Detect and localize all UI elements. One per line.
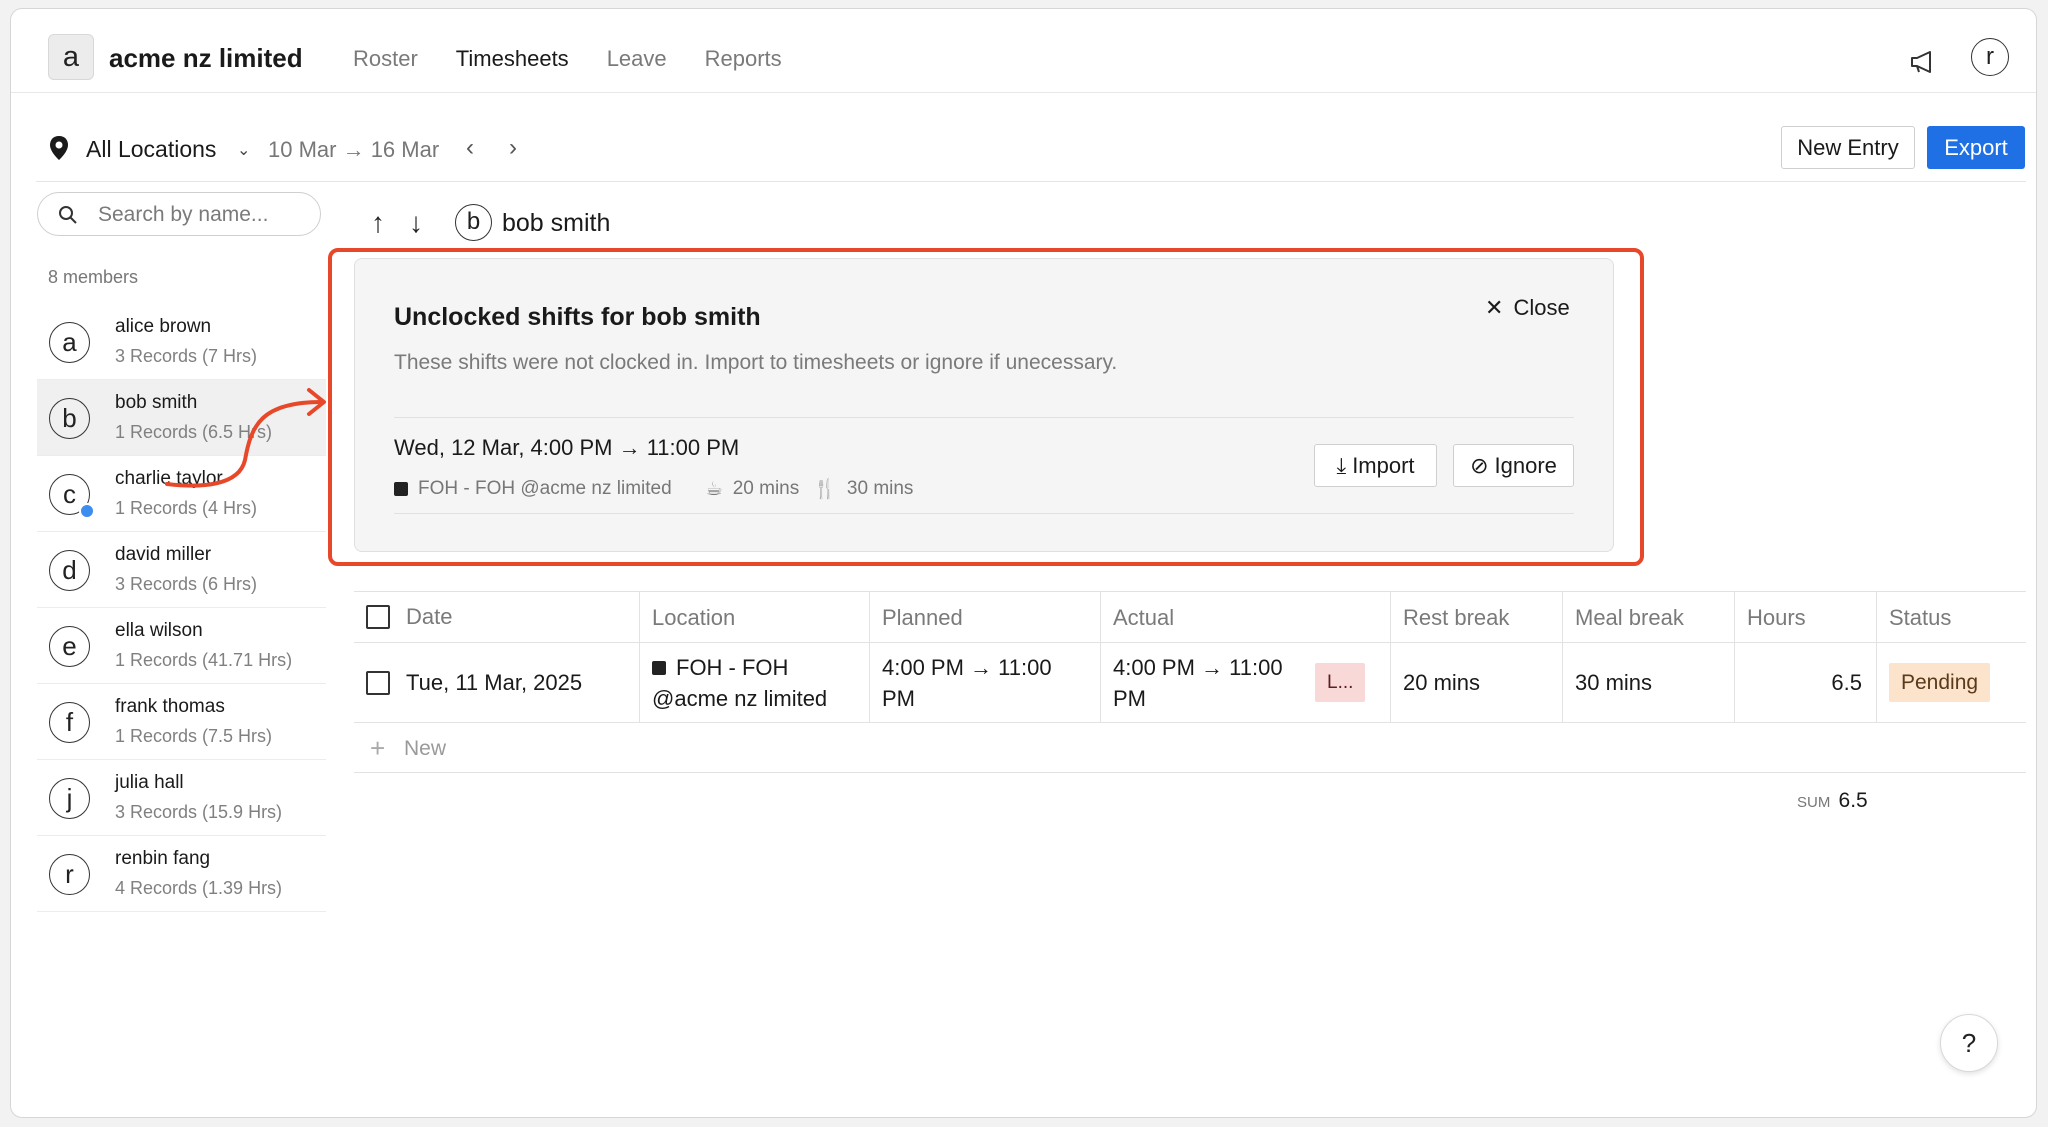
- toolbar: All Locations ⌄ 10 Mar → 16 Mar ‹ › New …: [36, 114, 2026, 182]
- member-item[interactable]: j julia hall 3 Records (15.9 Hrs): [37, 760, 326, 836]
- row-date: Tue, 11 Mar, 2025: [406, 670, 583, 695]
- main-nav: Roster Timesheets Leave Reports: [353, 46, 782, 72]
- member-name: alice brown: [115, 316, 212, 337]
- add-row-button[interactable]: + New: [354, 723, 2026, 773]
- avatar: f: [49, 702, 90, 743]
- search-box[interactable]: [37, 192, 321, 236]
- member-item[interactable]: e ella wilson 1 Records (41.71 Hrs): [37, 608, 326, 684]
- cell-meal-break: 30 mins: [1562, 643, 1734, 722]
- header-location[interactable]: Location: [639, 592, 869, 642]
- member-item[interactable]: a alice brown 3 Records (7 Hrs): [37, 304, 326, 380]
- search-input[interactable]: [98, 201, 308, 229]
- table-row[interactable]: Tue, 11 Mar, 2025 FOH - FOH @acme nz lim…: [354, 643, 2026, 723]
- member-records: 1 Records (41.71 Hrs): [115, 650, 293, 670]
- help-button[interactable]: ?: [1940, 1014, 1998, 1072]
- cell-hours: 6.5: [1734, 643, 1876, 722]
- header-actual[interactable]: Actual: [1100, 592, 1390, 642]
- cell-date: Tue, 11 Mar, 2025: [354, 643, 639, 722]
- avatar: j: [49, 778, 90, 819]
- avatar: a: [49, 322, 90, 363]
- row-actual: 4:00 PM → 11:00 PM: [1113, 654, 1283, 711]
- header-date: Date: [354, 592, 639, 642]
- app-window: a acme nz limited Roster Timesheets Leav…: [10, 8, 2037, 1118]
- highlight-annotation: [328, 248, 1644, 566]
- member-records: 3 Records (6 Hrs): [115, 574, 258, 594]
- row-checkbox[interactable]: [366, 670, 390, 695]
- add-row-label: New: [404, 737, 447, 760]
- select-all-checkbox[interactable]: [366, 605, 390, 629]
- member-name: david miller: [115, 544, 212, 565]
- header-meal-break[interactable]: Meal break: [1562, 592, 1734, 642]
- cell-rest-break: 20 mins: [1390, 643, 1562, 722]
- member-records: 3 Records (7 Hrs): [115, 346, 258, 366]
- verified-badge-icon: [79, 503, 95, 519]
- location-color-icon: [652, 660, 666, 675]
- user-avatar[interactable]: r: [1971, 38, 2009, 76]
- member-name: julia hall: [115, 772, 184, 793]
- header-planned[interactable]: Planned: [869, 592, 1100, 642]
- org-name[interactable]: acme nz limited: [109, 43, 303, 74]
- sum-total: SUM 6.5: [1797, 789, 1868, 813]
- avatar: b: [455, 204, 492, 241]
- arrow-down-icon[interactable]: ↓: [409, 207, 423, 239]
- header-hours[interactable]: Hours: [1734, 592, 1876, 642]
- nav-leave[interactable]: Leave: [607, 46, 667, 72]
- member-records: 3 Records (15.9 Hrs): [115, 802, 283, 822]
- member-name: ella wilson: [115, 620, 203, 641]
- member-item[interactable]: r renbin fang 4 Records (1.39 Hrs): [37, 836, 326, 912]
- cell-location: FOH - FOH @acme nz limited: [639, 643, 869, 722]
- header-rest-break[interactable]: Rest break: [1390, 592, 1562, 642]
- status-badge: Pending: [1889, 663, 1991, 702]
- row-location: FOH - FOH @acme nz limited: [652, 654, 828, 711]
- export-button[interactable]: Export: [1927, 126, 2025, 169]
- date-range[interactable]: 10 Mar → 16 Mar: [268, 137, 439, 163]
- location-pin-icon: [50, 136, 68, 160]
- avatar: b: [49, 398, 90, 439]
- cell-planned: 4:00 PM → 11:00 PM: [869, 643, 1100, 722]
- avatar: d: [49, 550, 90, 591]
- member-item[interactable]: f frank thomas 1 Records (7.5 Hrs): [37, 684, 326, 760]
- nav-roster[interactable]: Roster: [353, 46, 418, 72]
- late-badge: L...: [1315, 663, 1366, 702]
- sum-label: SUM: [1797, 794, 1831, 811]
- chevron-down-icon[interactable]: ⌄: [237, 140, 250, 160]
- megaphone-icon[interactable]: [1908, 47, 1938, 77]
- arrow-up-icon[interactable]: ↑: [371, 207, 385, 239]
- new-entry-button[interactable]: New Entry: [1781, 126, 1915, 169]
- nav-reports[interactable]: Reports: [705, 46, 782, 72]
- sum-value: 6.5: [1838, 789, 1868, 812]
- next-week-button[interactable]: ›: [509, 134, 517, 162]
- location-selector[interactable]: All Locations: [86, 136, 216, 163]
- header-status[interactable]: Status: [1876, 592, 2026, 642]
- org-badge[interactable]: a: [48, 34, 94, 80]
- avatar: e: [49, 626, 90, 667]
- avatar: r: [49, 854, 90, 895]
- nav-timesheets[interactable]: Timesheets: [456, 46, 569, 72]
- header-date-label: Date: [406, 604, 453, 629]
- member-item[interactable]: d david miller 3 Records (6 Hrs): [37, 532, 326, 608]
- cell-actual: 4:00 PM → 11:00 PM L...: [1100, 643, 1390, 722]
- row-planned: 4:00 PM → 11:00 PM: [882, 654, 1052, 711]
- search-icon: [59, 206, 77, 224]
- cell-status: Pending: [1876, 643, 2026, 722]
- prev-week-button[interactable]: ‹: [466, 134, 474, 162]
- selected-member-name: bob smith: [502, 209, 611, 237]
- member-records: 4 Records (1.39 Hrs): [115, 878, 283, 898]
- annotation-arrow: [165, 388, 326, 488]
- table-header: Date Location Planned Actual Rest break …: [354, 591, 2026, 643]
- member-name: frank thomas: [115, 696, 225, 717]
- timesheet-table: Date Location Planned Actual Rest break …: [354, 591, 2026, 773]
- member-records: 1 Records (7.5 Hrs): [115, 726, 273, 746]
- top-bar: a acme nz limited Roster Timesheets Leav…: [11, 9, 2036, 93]
- member-count: 8 members: [48, 267, 139, 287]
- plus-icon: +: [370, 733, 386, 763]
- member-name: renbin fang: [115, 848, 211, 869]
